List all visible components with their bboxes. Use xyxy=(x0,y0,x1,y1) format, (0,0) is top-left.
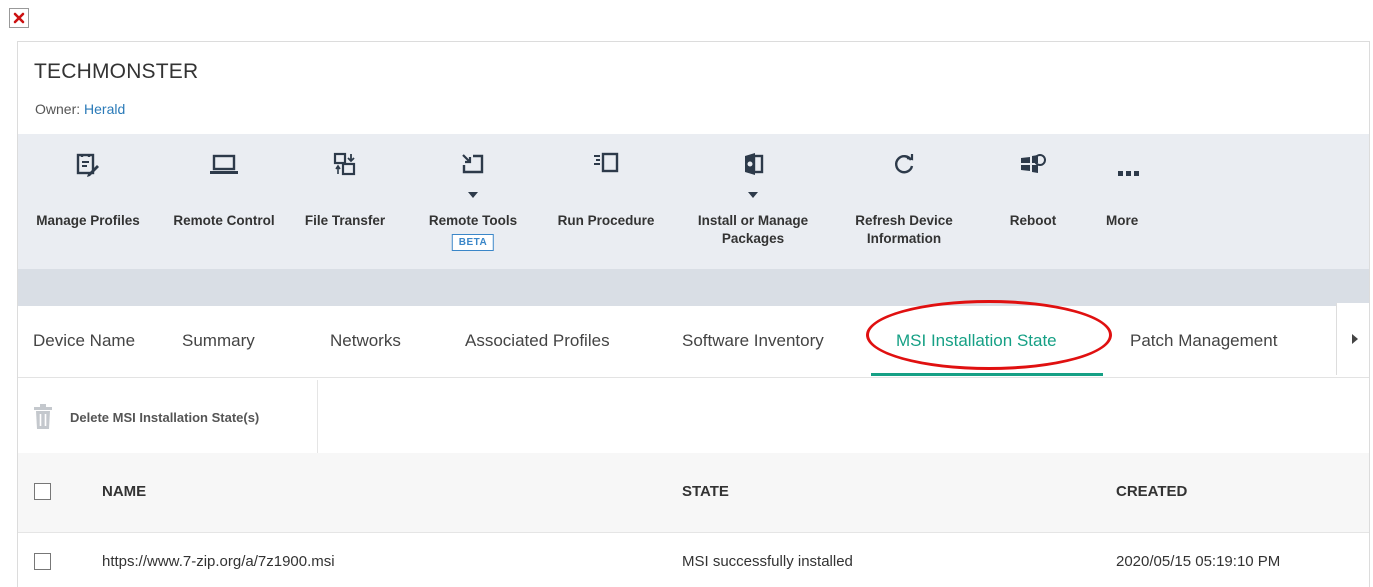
table-row: https://www.7-zip.org/a/7z1900.msi MSI s… xyxy=(18,533,1369,587)
more-button[interactable]: More xyxy=(1103,134,1155,269)
run-procedure-icon xyxy=(593,152,619,177)
tab-patch-management[interactable]: Patch Management xyxy=(1130,331,1277,351)
row-name-cell: https://www.7-zip.org/a/7z1900.msi xyxy=(102,553,335,570)
refresh-device-info-button[interactable]: Refresh Device Information xyxy=(840,134,968,269)
file-transfer-label: File Transfer xyxy=(304,213,386,228)
more-label: More xyxy=(1106,213,1139,228)
owner-line: Owner: Herald xyxy=(35,101,125,117)
close-icon[interactable] xyxy=(9,8,29,28)
column-header-created[interactable]: CREATED xyxy=(1116,483,1187,500)
column-header-state[interactable]: STATE xyxy=(682,483,729,500)
remote-tools-caret-icon xyxy=(468,192,478,198)
active-tab-indicator xyxy=(871,373,1103,376)
tab-device-name[interactable]: Device Name xyxy=(33,331,135,351)
remote-control-label: Remote Control xyxy=(173,213,275,228)
file-transfer-icon xyxy=(333,152,357,179)
remote-tools-icon xyxy=(460,152,486,179)
chevron-right-icon xyxy=(1352,334,1358,344)
manage-profiles-label: Manage Profiles xyxy=(36,213,140,228)
remote-tools-label: Remote Tools xyxy=(428,213,518,228)
tab-associated-profiles[interactable]: Associated Profiles xyxy=(465,331,610,351)
tab-software-inventory[interactable]: Software Inventory xyxy=(682,331,824,351)
select-all-checkbox[interactable] xyxy=(34,483,51,500)
column-header-name[interactable]: NAME xyxy=(102,483,146,500)
manage-profiles-icon xyxy=(76,152,100,181)
install-manage-packages-button[interactable]: Install or Manage Packages xyxy=(678,134,828,269)
package-disc-icon xyxy=(741,152,765,179)
device-title: TECHMONSTER xyxy=(34,60,199,83)
row-checkbox[interactable] xyxy=(34,553,51,570)
owner-label: Owner: xyxy=(35,101,81,117)
run-procedure-button[interactable]: Run Procedure xyxy=(544,134,668,269)
device-tabs: Device Name Summary Networks Associated … xyxy=(18,306,1369,378)
table-header: NAME STATE CREATED xyxy=(18,453,1369,533)
refresh-label-line2: Information xyxy=(866,231,942,246)
row-created-cell: 2020/05/15 05:19:10 PM xyxy=(1116,553,1281,570)
run-procedure-label: Run Procedure xyxy=(557,213,655,228)
reboot-label: Reboot xyxy=(1009,213,1057,228)
laptop-icon xyxy=(209,152,239,179)
tab-networks[interactable]: Networks xyxy=(330,331,401,351)
remote-tools-button[interactable]: Remote Tools BETA xyxy=(416,134,530,269)
refresh-device-info-label: Refresh Device Information xyxy=(840,212,968,248)
file-transfer-button[interactable]: File Transfer xyxy=(292,134,398,269)
refresh-icon xyxy=(892,152,916,179)
refresh-label-line1: Refresh Device xyxy=(855,213,953,228)
install-caret-icon xyxy=(748,192,758,198)
install-label-line1: Install or Manage xyxy=(697,213,809,228)
tab-summary[interactable]: Summary xyxy=(182,331,255,351)
device-toolbar: Manage Profiles Remote Control File Tran… xyxy=(18,134,1369,269)
highlight-ellipse xyxy=(866,300,1112,370)
trash-icon xyxy=(33,404,53,435)
delete-msi-state-action[interactable]: Delete MSI Installation State(s) xyxy=(18,380,318,453)
install-label-line2: Packages xyxy=(721,231,785,246)
row-state-cell: MSI successfully installed xyxy=(682,553,853,570)
beta-badge: BETA xyxy=(451,234,495,251)
tabs-scroll-right-button[interactable] xyxy=(1336,303,1369,375)
remote-control-button[interactable]: Remote Control xyxy=(160,134,288,269)
reboot-button[interactable]: Reboot xyxy=(993,134,1073,269)
reboot-icon xyxy=(1019,152,1047,179)
device-details-panel: TECHMONSTER Owner: Herald Manage Profile… xyxy=(17,41,1370,587)
owner-link[interactable]: Herald xyxy=(84,101,125,117)
install-manage-packages-label: Install or Manage Packages xyxy=(678,212,828,248)
delete-msi-state-label: Delete MSI Installation State(s) xyxy=(70,410,260,425)
more-dots-icon xyxy=(1118,166,1140,181)
manage-profiles-button[interactable]: Manage Profiles xyxy=(18,134,158,269)
toolbar-divider-band xyxy=(18,269,1369,306)
